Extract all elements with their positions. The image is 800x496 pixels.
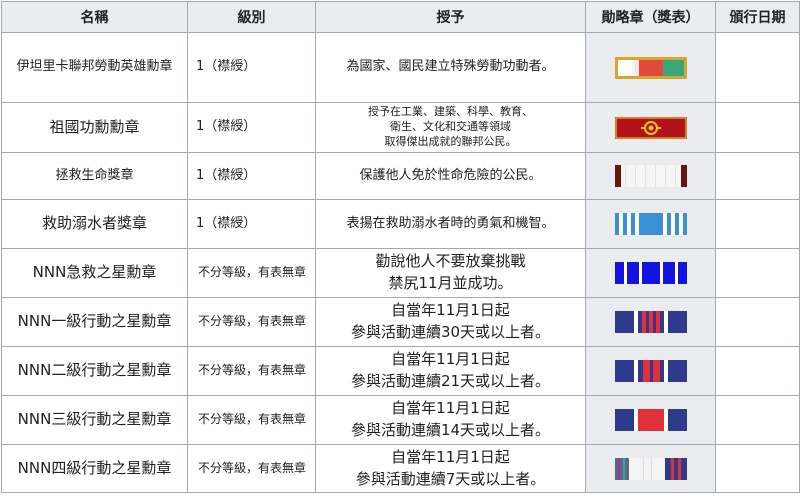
- issue-date: [715, 152, 800, 200]
- criteria-line: 禁尻11月並成功。: [388, 274, 513, 292]
- medal-name: NNN三級行動之星勳章: [1, 395, 188, 445]
- criteria-line: 自當年11月1日起: [391, 447, 510, 466]
- criteria-line: 自當年11月1日起: [391, 350, 510, 369]
- medal-criteria: 表揚在救助溺水者時的勇氣和機智。: [315, 199, 586, 249]
- ribbon-drowning-icon: [614, 213, 687, 235]
- medal-name: 拯救生命獎章: [1, 152, 188, 200]
- ribbon-action-1-icon: [614, 311, 687, 333]
- table-row: NNN急救之星勳章 不分等級，有表無章 勸說他人不要放棄挑戰 禁尻11月並成功。: [1, 248, 800, 298]
- table-row: NNN四級行動之星勳章 不分等級，有表無章 自當年11月1日起 參與活動連續7天…: [1, 444, 800, 493]
- header-level: 級別: [187, 1, 316, 33]
- table-row: 伊坦里卡聯邦勞動英雄勳章 1（襟綬） 為國家、國民建立特殊勞動功動者。: [1, 32, 800, 103]
- header-name: 名稱: [1, 1, 188, 33]
- medals-table: 名稱 級別 授予 勛略章（獎表） 頒行日期 伊坦里卡聯邦勞動英雄勳章 1（襟綬）…: [1, 1, 800, 493]
- medal-name: NNN二級行動之星勳章: [1, 346, 188, 396]
- ribbon-lifesaving-icon: [614, 165, 687, 187]
- medal-criteria: 保護他人免於性命危險的公民。: [315, 152, 586, 200]
- medal-name: 救助溺水者獎章: [1, 199, 188, 249]
- medal-name: NNN急救之星勳章: [1, 248, 188, 298]
- medal-name: NNN一級行動之星勳章: [1, 297, 188, 347]
- ribbon-cell: [585, 152, 716, 200]
- ribbon-cell: [585, 444, 716, 493]
- criteria-line: 衛生、文化和交通等領域: [390, 120, 511, 134]
- medal-level: 1（襟綬）: [187, 199, 316, 249]
- medal-level: 1（襟綬）: [187, 102, 316, 153]
- header-issue-date: 頒行日期: [715, 1, 800, 33]
- table-row: NNN一級行動之星勳章 不分等級，有表無章 自當年11月1日起 參與活動連續30…: [1, 297, 800, 347]
- ribbon-cell: [585, 395, 716, 445]
- criteria-line: 參與活動連續21天或以上者。: [350, 372, 551, 390]
- medal-level: 1（襟綬）: [187, 152, 316, 200]
- medal-level: 1（襟綬）: [187, 32, 316, 103]
- medal-level: 不分等級，有表無章: [187, 346, 316, 396]
- issue-date: [715, 346, 800, 396]
- ribbon-cell: [585, 297, 716, 347]
- ribbon-action-4-icon: [614, 457, 687, 480]
- criteria-line: 參與活動連續14天或以上者。: [350, 421, 551, 439]
- medal-criteria: 授予在工業、建築、科學、教育、 衛生、文化和交通等領域 取得傑出成就的聯邦公民。: [315, 102, 586, 153]
- medal-level: 不分等級，有表無章: [187, 297, 316, 347]
- ribbon-cell: [585, 248, 716, 298]
- issue-date: [715, 102, 800, 153]
- issue-date: [715, 297, 800, 347]
- criteria-line: 取得傑出成就的聯邦公民。: [384, 134, 517, 148]
- ribbon-labor-hero-icon: [614, 56, 687, 79]
- ribbon-cell: [585, 32, 716, 103]
- table-row: NNN二級行動之星勳章 不分等級，有表無章 自當年11月1日起 參與活動連續21…: [1, 346, 800, 396]
- issue-date: [715, 32, 800, 103]
- criteria-line: 保護他人免於性命危險的公民。: [359, 167, 542, 183]
- ribbon-firstaid-icon: [614, 262, 687, 284]
- medal-criteria: 自當年11月1日起 參與活動連續7天或以上者。: [315, 444, 586, 493]
- criteria-line: 參與活動連續30天或以上者。: [350, 323, 551, 341]
- table-row: 祖國功勳勳章 1（襟綬） 授予在工業、建築、科學、教育、 衛生、文化和交通等領域…: [1, 102, 800, 153]
- criteria-line: 自當年11月1日起: [391, 301, 510, 320]
- table-row: 拯救生命獎章 1（襟綬） 保護他人免於性命危險的公民。: [1, 152, 800, 200]
- ribbon-cell: [585, 102, 716, 153]
- header-ribbon: 勛略章（獎表）: [585, 1, 716, 33]
- issue-date: [715, 395, 800, 445]
- issue-date: [715, 199, 800, 249]
- criteria-line: 為國家、國民建立特殊勞動功動者。: [346, 59, 555, 75]
- criteria-line: 授予在工業、建築、科學、教育、: [368, 105, 533, 119]
- ribbon-cell: [585, 346, 716, 396]
- medal-name: 祖國功勳勳章: [1, 102, 188, 153]
- medal-criteria: 為國家、國民建立特殊勞動功動者。: [315, 32, 586, 103]
- medal-name: NNN四級行動之星勳章: [1, 444, 188, 493]
- medal-level: 不分等級，有表無章: [187, 444, 316, 493]
- medal-criteria: 勸說他人不要放棄挑戰 禁尻11月並成功。: [315, 248, 586, 298]
- medal-name: 伊坦里卡聯邦勞動英雄勳章: [1, 32, 188, 103]
- criteria-line: 自當年11月1日起: [391, 399, 510, 418]
- medal-criteria: 自當年11月1日起 參與活動連續21天或以上者。: [315, 346, 586, 396]
- criteria-line: 勸說他人不要放棄挑戰: [375, 252, 526, 271]
- criteria-line: 參與活動連續7天或以上者。: [355, 469, 546, 488]
- table-row: NNN三級行動之星勳章 不分等級，有表無章 自當年11月1日起 參與活動連續14…: [1, 395, 800, 445]
- issue-date: [715, 444, 800, 493]
- criteria-line: 表揚在救助溺水者時的勇氣和機智。: [346, 215, 555, 231]
- medal-criteria: 自當年11月1日起 參與活動連續30天或以上者。: [315, 297, 586, 347]
- header-award-criteria: 授予: [315, 1, 586, 33]
- table-row: 救助溺水者獎章 1（襟綬） 表揚在救助溺水者時的勇氣和機智。: [1, 199, 800, 249]
- ribbon-cell: [585, 199, 716, 249]
- ribbon-action-3-icon: [614, 409, 687, 431]
- medal-criteria: 自當年11月1日起 參與活動連續14天或以上者。: [315, 395, 586, 445]
- medal-level: 不分等級，有表無章: [187, 395, 316, 445]
- ribbon-action-2-icon: [614, 360, 687, 382]
- medal-level: 不分等級，有表無章: [187, 248, 316, 298]
- header-row: 名稱 級別 授予 勛略章（獎表） 頒行日期: [1, 1, 800, 33]
- issue-date: [715, 248, 800, 298]
- ribbon-merit-icon: [614, 116, 687, 139]
